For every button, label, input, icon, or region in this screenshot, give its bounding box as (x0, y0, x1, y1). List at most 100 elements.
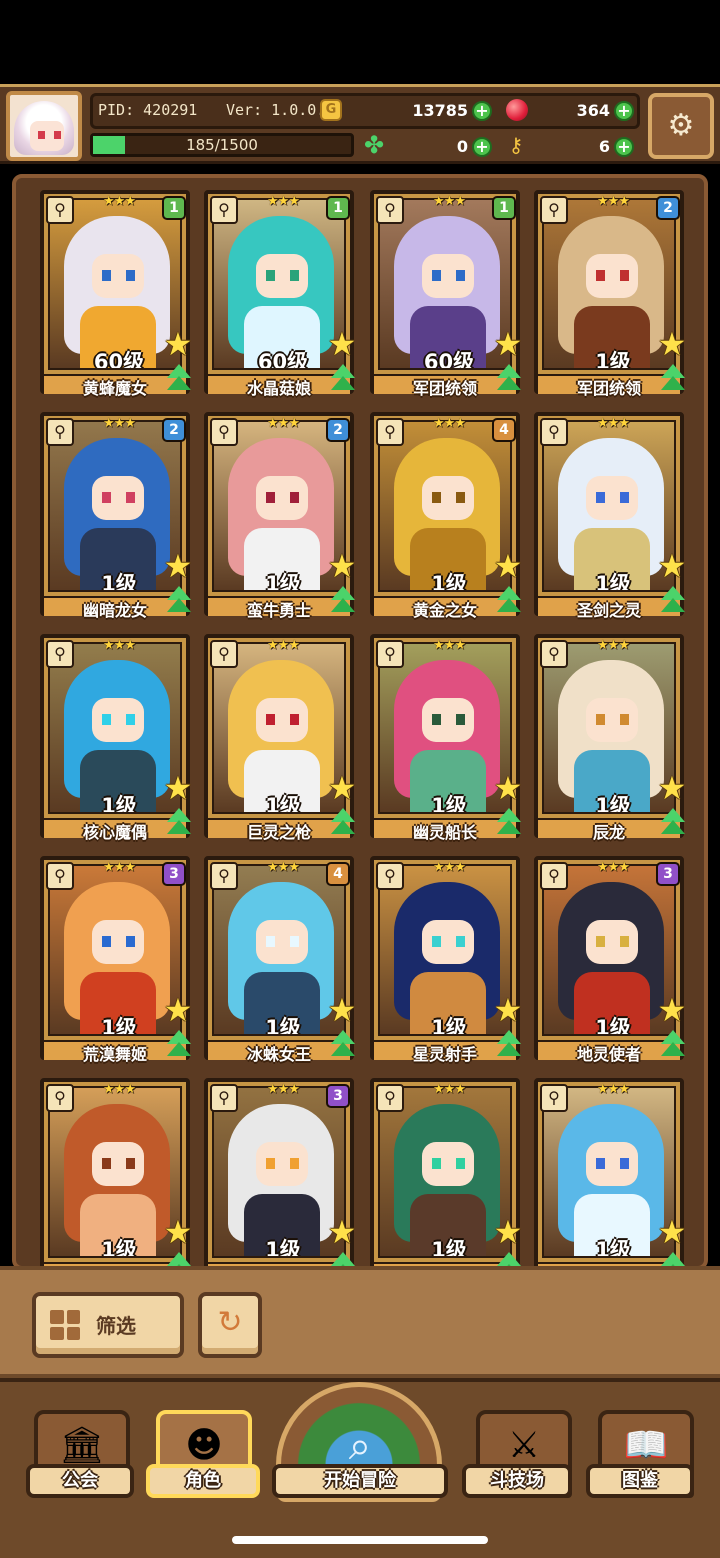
character-card[interactable]: 1级 ⚲ ★★★ 3 ★ 荒漠舞姬 (40, 856, 192, 1064)
portrait-eye (266, 714, 275, 725)
favorite-star-icon[interactable]: ★ (326, 994, 358, 1026)
nav-character-label[interactable]: 角色 (146, 1464, 260, 1498)
character-card[interactable]: 1级 ⚲ ★★★ ★ 巨灵之枪 (204, 634, 356, 842)
portrait-eye (126, 492, 135, 503)
nav-codex-label[interactable]: 图鉴 (586, 1464, 694, 1498)
favorite-star-icon[interactable]: ★ (162, 994, 194, 1026)
character-card[interactable]: 1级 ⚲ ★★★ 4 ★ 冰蛛女王 (204, 856, 356, 1064)
upgrade-arrow-icon[interactable] (328, 364, 358, 394)
character-face-icon: ☻ (185, 1425, 223, 1466)
class-icon: ⚲ (46, 196, 74, 224)
upgrade-arrow-icon[interactable] (328, 808, 358, 838)
rarity-stars-icon: ★★★ (267, 860, 300, 875)
upgrade-arrow-icon[interactable] (658, 808, 688, 838)
character-card[interactable]: 1级 ⚲ ★★★ 2 ★ 军团统领 (534, 190, 686, 398)
character-card[interactable]: 1级 ⚲ ★★★ ★ (370, 1078, 522, 1266)
upgrade-arrow-icon[interactable] (658, 586, 688, 616)
favorite-star-icon[interactable]: ★ (162, 550, 194, 582)
character-card[interactable]: 1级 ⚲ ★★★ 3 ★ (204, 1078, 356, 1266)
nav-arena-label[interactable]: 斗技场 (462, 1464, 572, 1498)
upgrade-arrow-icon[interactable] (494, 364, 524, 394)
upgrade-arrow-icon[interactable] (658, 1030, 688, 1060)
rarity-stars-icon: ★★★ (103, 1082, 136, 1097)
rank-badge: 1 (162, 196, 186, 220)
character-card[interactable]: 1级 ⚲ ★★★ ★ 圣剑之灵 (534, 412, 686, 620)
character-card[interactable]: 1级 ⚲ ★★★ 2 ★ 蛮牛勇士 (204, 412, 356, 620)
portrait-eye (620, 492, 629, 503)
add-clover-icon[interactable]: + (472, 137, 492, 157)
favorite-star-icon[interactable]: ★ (326, 328, 358, 360)
favorite-star-icon[interactable]: ★ (162, 328, 194, 360)
favorite-star-icon[interactable]: ★ (162, 772, 194, 804)
character-card[interactable]: 1级 ⚲ ★★★ ★ 辰龙 (534, 634, 686, 842)
portrait-eye (620, 936, 629, 947)
upgrade-arrow-icon[interactable] (494, 808, 524, 838)
character-card[interactable]: 1级 ⚲ ★★★ ★ (40, 1078, 192, 1266)
favorite-star-icon[interactable]: ★ (656, 550, 688, 582)
portrait-eye (290, 936, 299, 947)
favorite-star-icon[interactable]: ★ (162, 1216, 194, 1248)
game-version: Ver: 1.0.0.6 (226, 101, 335, 119)
portrait-eye (456, 936, 465, 947)
upgrade-arrow-icon[interactable] (328, 586, 358, 616)
portrait-eye (456, 270, 465, 281)
character-card[interactable]: 1级 ⚲ ★★★ ★ 核心魔偶 (40, 634, 192, 842)
favorite-star-icon[interactable]: ★ (492, 1216, 524, 1248)
add-key-icon[interactable]: + (614, 137, 634, 157)
class-icon: ⚲ (210, 418, 238, 446)
avatar-eye-right (54, 131, 61, 139)
character-card[interactable]: 60级 ⚲ ★★★ 1 ★ 黄蜂魔女 (40, 190, 192, 398)
key-amount: 6 (598, 137, 610, 156)
character-card[interactable]: 1级 ⚲ ★★★ 4 ★ 黄金之女 (370, 412, 522, 620)
favorite-star-icon[interactable]: ★ (656, 1216, 688, 1248)
class-icon: ⚲ (46, 862, 74, 890)
add-gold-icon[interactable]: + (472, 101, 492, 121)
upgrade-arrow-icon[interactable] (164, 586, 194, 616)
favorite-star-icon[interactable]: ★ (656, 994, 688, 1026)
filter-button[interactable]: 筛选 (32, 1292, 184, 1358)
favorite-star-icon[interactable]: ★ (656, 328, 688, 360)
upgrade-arrow-icon[interactable] (164, 1030, 194, 1060)
upgrade-arrow-icon[interactable] (494, 586, 524, 616)
character-card[interactable]: 60级 ⚲ ★★★ 1 ★ 军团统领 (370, 190, 522, 398)
portrait-eye (102, 1158, 111, 1169)
portrait-eye (432, 1158, 441, 1169)
character-card[interactable]: 1级 ⚲ ★★★ 2 ★ 幽暗龙女 (40, 412, 192, 620)
character-card[interactable]: 60级 ⚲ ★★★ 1 ★ 水晶菇娘 (204, 190, 356, 398)
upgrade-arrow-icon[interactable] (494, 1030, 524, 1060)
portrait-eye (102, 714, 111, 725)
favorite-star-icon[interactable]: ★ (492, 772, 524, 804)
favorite-star-icon[interactable]: ★ (326, 772, 358, 804)
upgrade-arrow-icon[interactable] (328, 1030, 358, 1060)
start-adventure-label[interactable]: 开始冒险 (272, 1464, 448, 1498)
character-card[interactable]: 1级 ⚲ ★★★ ★ (534, 1078, 686, 1266)
rarity-stars-icon: ★★★ (597, 1082, 630, 1097)
portrait-eye (266, 1158, 275, 1169)
portrait-eye (126, 714, 135, 725)
player-avatar[interactable] (6, 91, 82, 161)
portrait-face (92, 698, 144, 742)
upgrade-arrow-icon[interactable] (164, 364, 194, 394)
favorite-star-icon[interactable]: ★ (492, 994, 524, 1026)
class-icon: ⚲ (376, 640, 404, 668)
upgrade-arrow-icon[interactable] (164, 808, 194, 838)
portrait-eye (596, 270, 605, 281)
sort-toggle-button[interactable]: ↻ (198, 1292, 262, 1358)
add-gem-icon[interactable]: + (614, 101, 634, 121)
favorite-star-icon[interactable]: ★ (656, 772, 688, 804)
class-icon: ⚲ (210, 640, 238, 668)
favorite-star-icon[interactable]: ★ (326, 550, 358, 582)
character-card[interactable]: 1级 ⚲ ★★★ 3 ★ 地灵使者 (534, 856, 686, 1064)
rank-badge: 1 (326, 196, 350, 220)
nav-guild-label[interactable]: 公会 (26, 1464, 134, 1498)
settings-button[interactable]: ⚙ (648, 93, 714, 159)
rarity-stars-icon: ★★★ (433, 1082, 466, 1097)
key-icon: ⚷ (508, 133, 524, 157)
character-card[interactable]: 1级 ⚲ ★★★ ★ 幽灵船长 (370, 634, 522, 842)
favorite-star-icon[interactable]: ★ (326, 1216, 358, 1248)
character-card[interactable]: 1级 ⚲ ★★★ ★ 星灵射手 (370, 856, 522, 1064)
book-icon: 📖 (623, 1425, 669, 1466)
favorite-star-icon[interactable]: ★ (492, 550, 524, 582)
favorite-star-icon[interactable]: ★ (492, 328, 524, 360)
upgrade-arrow-icon[interactable] (658, 364, 688, 394)
